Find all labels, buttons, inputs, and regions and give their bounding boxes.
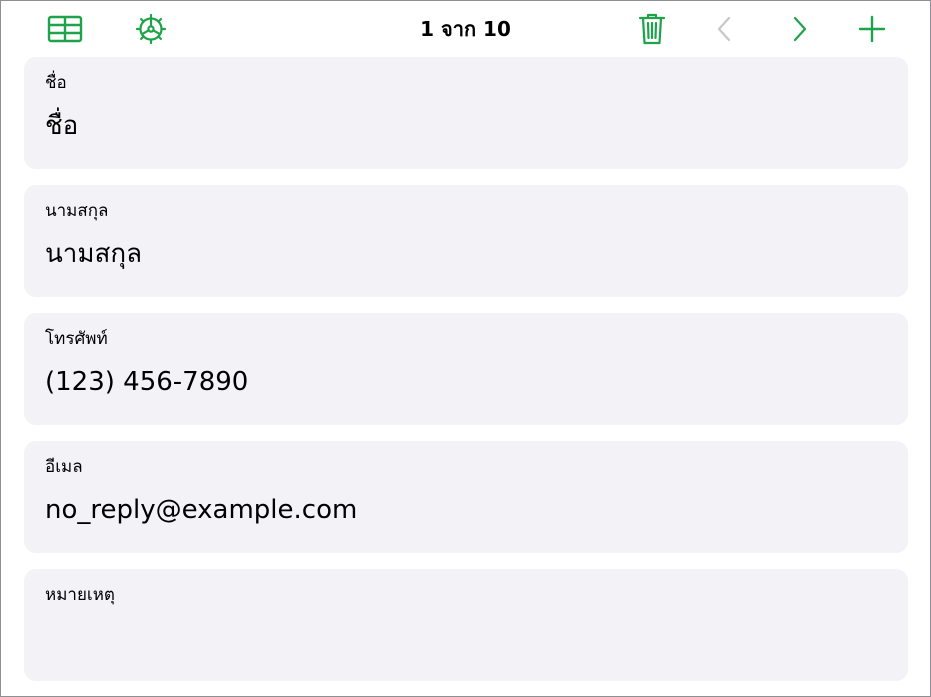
- field-label: นามสกุล: [45, 201, 109, 221]
- field-last-name[interactable]: นามสกุล นามสกุล: [24, 185, 908, 297]
- field-label: หมายเหตุ: [45, 585, 115, 605]
- previous-record-button[interactable]: [706, 11, 742, 47]
- field-value[interactable]: (123) 456-7890: [45, 365, 248, 399]
- field-email[interactable]: อีเมล no_reply@example.com: [24, 441, 908, 553]
- table-grid-icon: [47, 15, 83, 43]
- delete-button[interactable]: [634, 11, 670, 47]
- next-record-button[interactable]: [782, 11, 818, 47]
- add-record-button[interactable]: [854, 11, 890, 47]
- table-view-button[interactable]: [47, 11, 83, 47]
- field-label: โทรศัพท์: [45, 329, 108, 349]
- field-value[interactable]: ชื่อ: [45, 109, 78, 143]
- field-label: อีเมล: [45, 457, 83, 477]
- toolbar: 1 จาก 10: [1, 1, 930, 57]
- trash-icon: [638, 13, 666, 45]
- field-phone[interactable]: โทรศัพท์ (123) 456-7890: [24, 313, 908, 425]
- plus-icon: [858, 15, 886, 43]
- field-value[interactable]: no_reply@example.com: [45, 493, 357, 527]
- field-label: ชื่อ: [45, 73, 67, 93]
- gear-icon: [135, 13, 167, 45]
- chevron-left-icon: [717, 16, 731, 42]
- record-form-window: 1 จาก 10 ชื่อ ชื่อ นามสกุล นามสกุล โทรศั…: [0, 0, 931, 697]
- field-value[interactable]: นามสกุล: [45, 237, 142, 271]
- field-notes[interactable]: หมายเหตุ: [24, 569, 908, 681]
- chevron-right-icon: [793, 16, 807, 42]
- field-first-name[interactable]: ชื่อ ชื่อ: [24, 57, 908, 169]
- settings-button[interactable]: [133, 11, 169, 47]
